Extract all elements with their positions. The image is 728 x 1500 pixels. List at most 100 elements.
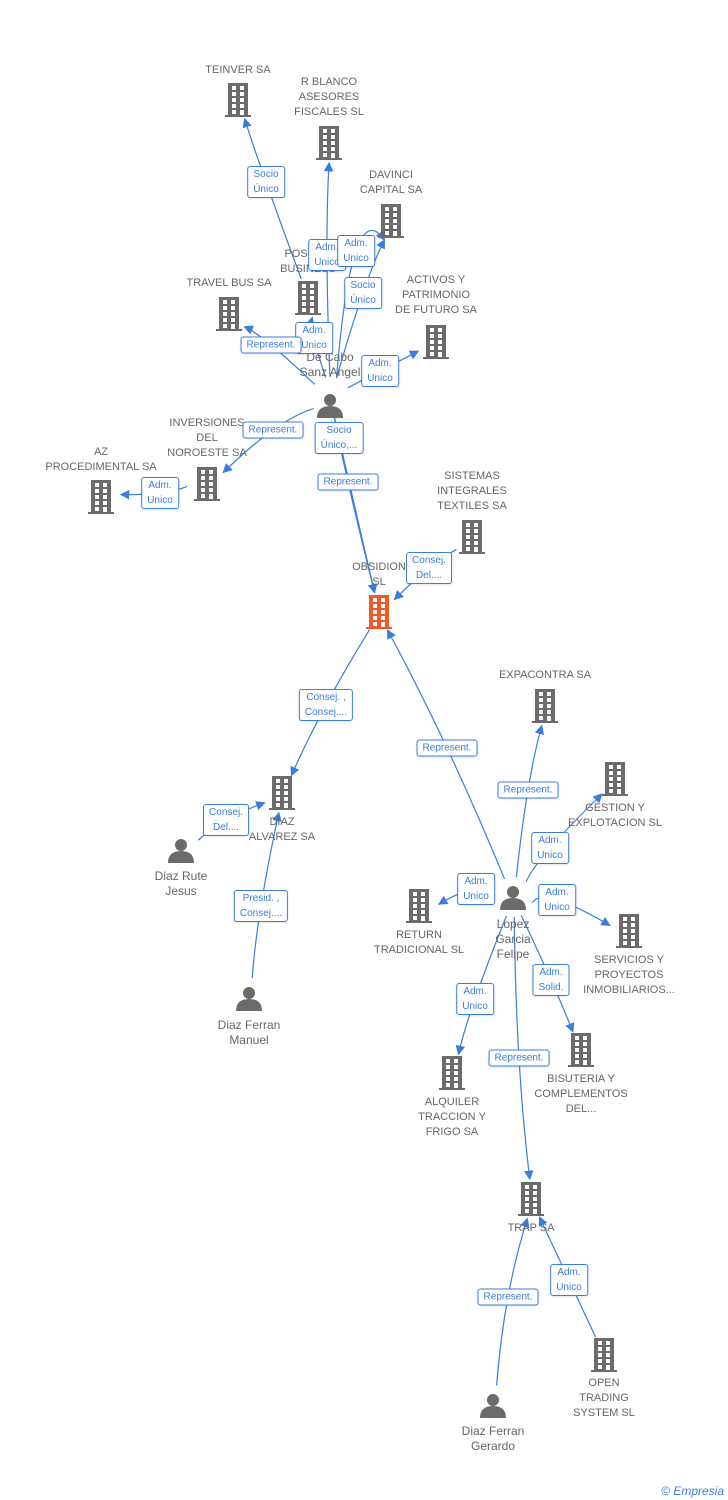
label-line: CAPITAL SA bbox=[359, 184, 423, 196]
relation-label-line: Unico bbox=[314, 257, 340, 268]
label-line: DE FUTURO SA bbox=[395, 304, 477, 316]
relation-label-line: Adm. bbox=[302, 325, 326, 336]
building-icon[interactable] bbox=[269, 776, 295, 810]
building-icon[interactable] bbox=[366, 595, 392, 629]
relation-label-line: Adm. bbox=[344, 238, 368, 249]
company-node-label[interactable]: OPEN TRADING SYSTEM SL bbox=[573, 1376, 635, 1421]
relation-label-line: Unico bbox=[301, 340, 327, 351]
company-node-label[interactable]: R BLANCO ASESORES FISCALES SL bbox=[294, 75, 364, 120]
relation-label: Represent. bbox=[477, 1288, 539, 1306]
building-icon[interactable] bbox=[316, 126, 342, 160]
building-icon[interactable] bbox=[616, 914, 642, 948]
building-icon[interactable] bbox=[568, 1033, 594, 1067]
label-line: FISCALES SL bbox=[294, 106, 364, 118]
person-node-label[interactable]: Diaz Ferran Gerardo bbox=[462, 1424, 525, 1454]
building-icon[interactable] bbox=[88, 480, 114, 514]
relation-label: Adm. Unico bbox=[141, 477, 179, 509]
relation-label-line: Unico bbox=[462, 1001, 488, 1012]
relation-label-line: Consej.... bbox=[304, 707, 348, 718]
label-line: TRADING bbox=[579, 1392, 629, 1404]
relation-label-line: Adm. bbox=[315, 242, 339, 253]
relation-label-line: Socio bbox=[326, 425, 352, 436]
person-icon[interactable] bbox=[236, 987, 262, 1011]
company-node-label[interactable]: ALQUILER TRACCION Y FRIGO SA bbox=[418, 1095, 486, 1140]
label-line: PROYECTOS bbox=[594, 969, 664, 981]
building-icon[interactable] bbox=[459, 520, 485, 554]
building-icon[interactable] bbox=[439, 1056, 465, 1090]
person-node-label[interactable]: Diaz Rute Jesus bbox=[155, 869, 208, 899]
relation-label-line: Adm. bbox=[545, 887, 569, 898]
relation-label-line: Unico bbox=[343, 253, 369, 264]
person-icon[interactable] bbox=[168, 839, 194, 863]
company-node-label[interactable]: EXPACONTRA SA bbox=[499, 668, 591, 683]
relation-label: Represent. bbox=[416, 739, 478, 757]
network-diagram: © Empresia TEINVER SA R BLANCO ASESORES FIS… bbox=[0, 0, 728, 1500]
relation-label: Adm. Unico bbox=[457, 873, 495, 905]
label-line: Jesus bbox=[165, 884, 197, 898]
relation-label: Consej. , Consej.... bbox=[298, 689, 354, 721]
company-node-label[interactable]: TRAP SA bbox=[508, 1221, 555, 1236]
building-icon[interactable] bbox=[591, 1338, 617, 1372]
building-icon[interactable] bbox=[216, 297, 242, 331]
relation-label-line: Socio bbox=[253, 169, 279, 180]
label-line: ASESORES bbox=[298, 91, 360, 103]
person-node-label[interactable]: De Cabo Sanz Angel bbox=[300, 350, 361, 380]
relation-label: Represent. bbox=[317, 473, 379, 491]
building-icon[interactable] bbox=[532, 689, 558, 723]
company-node-label[interactable]: SERVICIOS Y PROYECTOS INMOBILIARIOS... bbox=[583, 953, 675, 998]
company-node-label[interactable]: ACTIVOS Y PATRIMONIO DE FUTURO SA bbox=[395, 273, 477, 318]
label-line: ALVAREZ SA bbox=[248, 831, 316, 843]
relation-label: Adm. Unico bbox=[361, 355, 399, 387]
brand-name: Empresia bbox=[673, 1484, 724, 1498]
building-icon[interactable] bbox=[423, 325, 449, 359]
building-icon[interactable] bbox=[194, 467, 220, 501]
relation-label-line: Del.... bbox=[415, 570, 443, 581]
label-line: EXPLOTACION SL bbox=[568, 817, 662, 829]
label-line: DEL bbox=[196, 432, 218, 444]
building-icon[interactable] bbox=[518, 1182, 544, 1216]
person-node-label[interactable]: Diaz Ferran Manuel bbox=[218, 1018, 281, 1048]
label-line: BISUTERIA Y bbox=[547, 1073, 615, 1085]
label-line: SL bbox=[372, 576, 386, 588]
company-node-label[interactable]: INVERSIONES DEL NOROESTE SA bbox=[167, 416, 246, 461]
building-icon[interactable] bbox=[295, 281, 321, 315]
person-icon[interactable] bbox=[480, 1394, 506, 1418]
building-icon[interactable] bbox=[225, 83, 251, 117]
label-line: Gerardo bbox=[470, 1439, 516, 1453]
label-line: OBSIDION bbox=[352, 561, 406, 573]
relation-label-line: Represent. bbox=[246, 339, 296, 351]
label-line: SYSTEM SL bbox=[573, 1407, 635, 1419]
label-line: DAVINCI bbox=[369, 169, 413, 181]
company-node-label[interactable]: DAVINCI CAPITAL SA bbox=[360, 168, 422, 198]
company-node-label[interactable]: RETURN TRADICIONAL SL bbox=[374, 928, 464, 958]
company-node-label[interactable]: DIAZ ALVAREZ SA bbox=[249, 815, 315, 845]
label-line: SISTEMAS bbox=[444, 470, 500, 482]
company-node-label[interactable]: GESTION Y EXPLOTACION SL bbox=[568, 801, 662, 831]
relation-label: Adm. Unico bbox=[337, 235, 375, 267]
company-node-label[interactable]: TEINVER SA bbox=[205, 63, 270, 78]
relation-label: Consej. Del.... bbox=[406, 552, 452, 584]
building-icon[interactable] bbox=[406, 889, 432, 923]
label-line: SERVICIOS Y bbox=[594, 954, 664, 966]
building-icon[interactable] bbox=[378, 204, 404, 238]
relation-label-line: Único,... bbox=[320, 440, 358, 451]
relation-label-line: Adm. bbox=[557, 1267, 581, 1278]
label-line: TRAVEL BUS SA bbox=[186, 277, 272, 289]
company-node-label[interactable]: BISUTERIA Y COMPLEMENTOS DEL... bbox=[534, 1072, 627, 1117]
relation-label-line: Único bbox=[253, 184, 279, 195]
company-node-label[interactable]: TRAVEL BUS SA bbox=[187, 276, 272, 291]
relation-label-line: Adm. bbox=[368, 358, 392, 369]
relation-label-line: Del.... bbox=[212, 822, 240, 833]
relation-label-line: Represent. bbox=[422, 742, 472, 754]
label-line: DIAZ bbox=[269, 816, 295, 828]
label-line: Diaz Rute bbox=[154, 869, 208, 883]
person-node-label[interactable]: Lopez Garcia Felipe bbox=[495, 917, 530, 962]
relation-label-line: Represent. bbox=[494, 1052, 544, 1064]
company-node-label[interactable]: AZ PROCEDIMENTAL SA bbox=[45, 445, 156, 475]
company-node-label[interactable]: SISTEMAS INTEGRALES TEXTILES SA bbox=[437, 469, 507, 514]
person-icon[interactable] bbox=[500, 886, 526, 910]
label-line: DEL... bbox=[565, 1103, 597, 1115]
company-node-label[interactable]: OBSIDION SL bbox=[352, 560, 406, 590]
building-icon[interactable] bbox=[602, 762, 628, 796]
person-icon[interactable] bbox=[317, 394, 343, 418]
